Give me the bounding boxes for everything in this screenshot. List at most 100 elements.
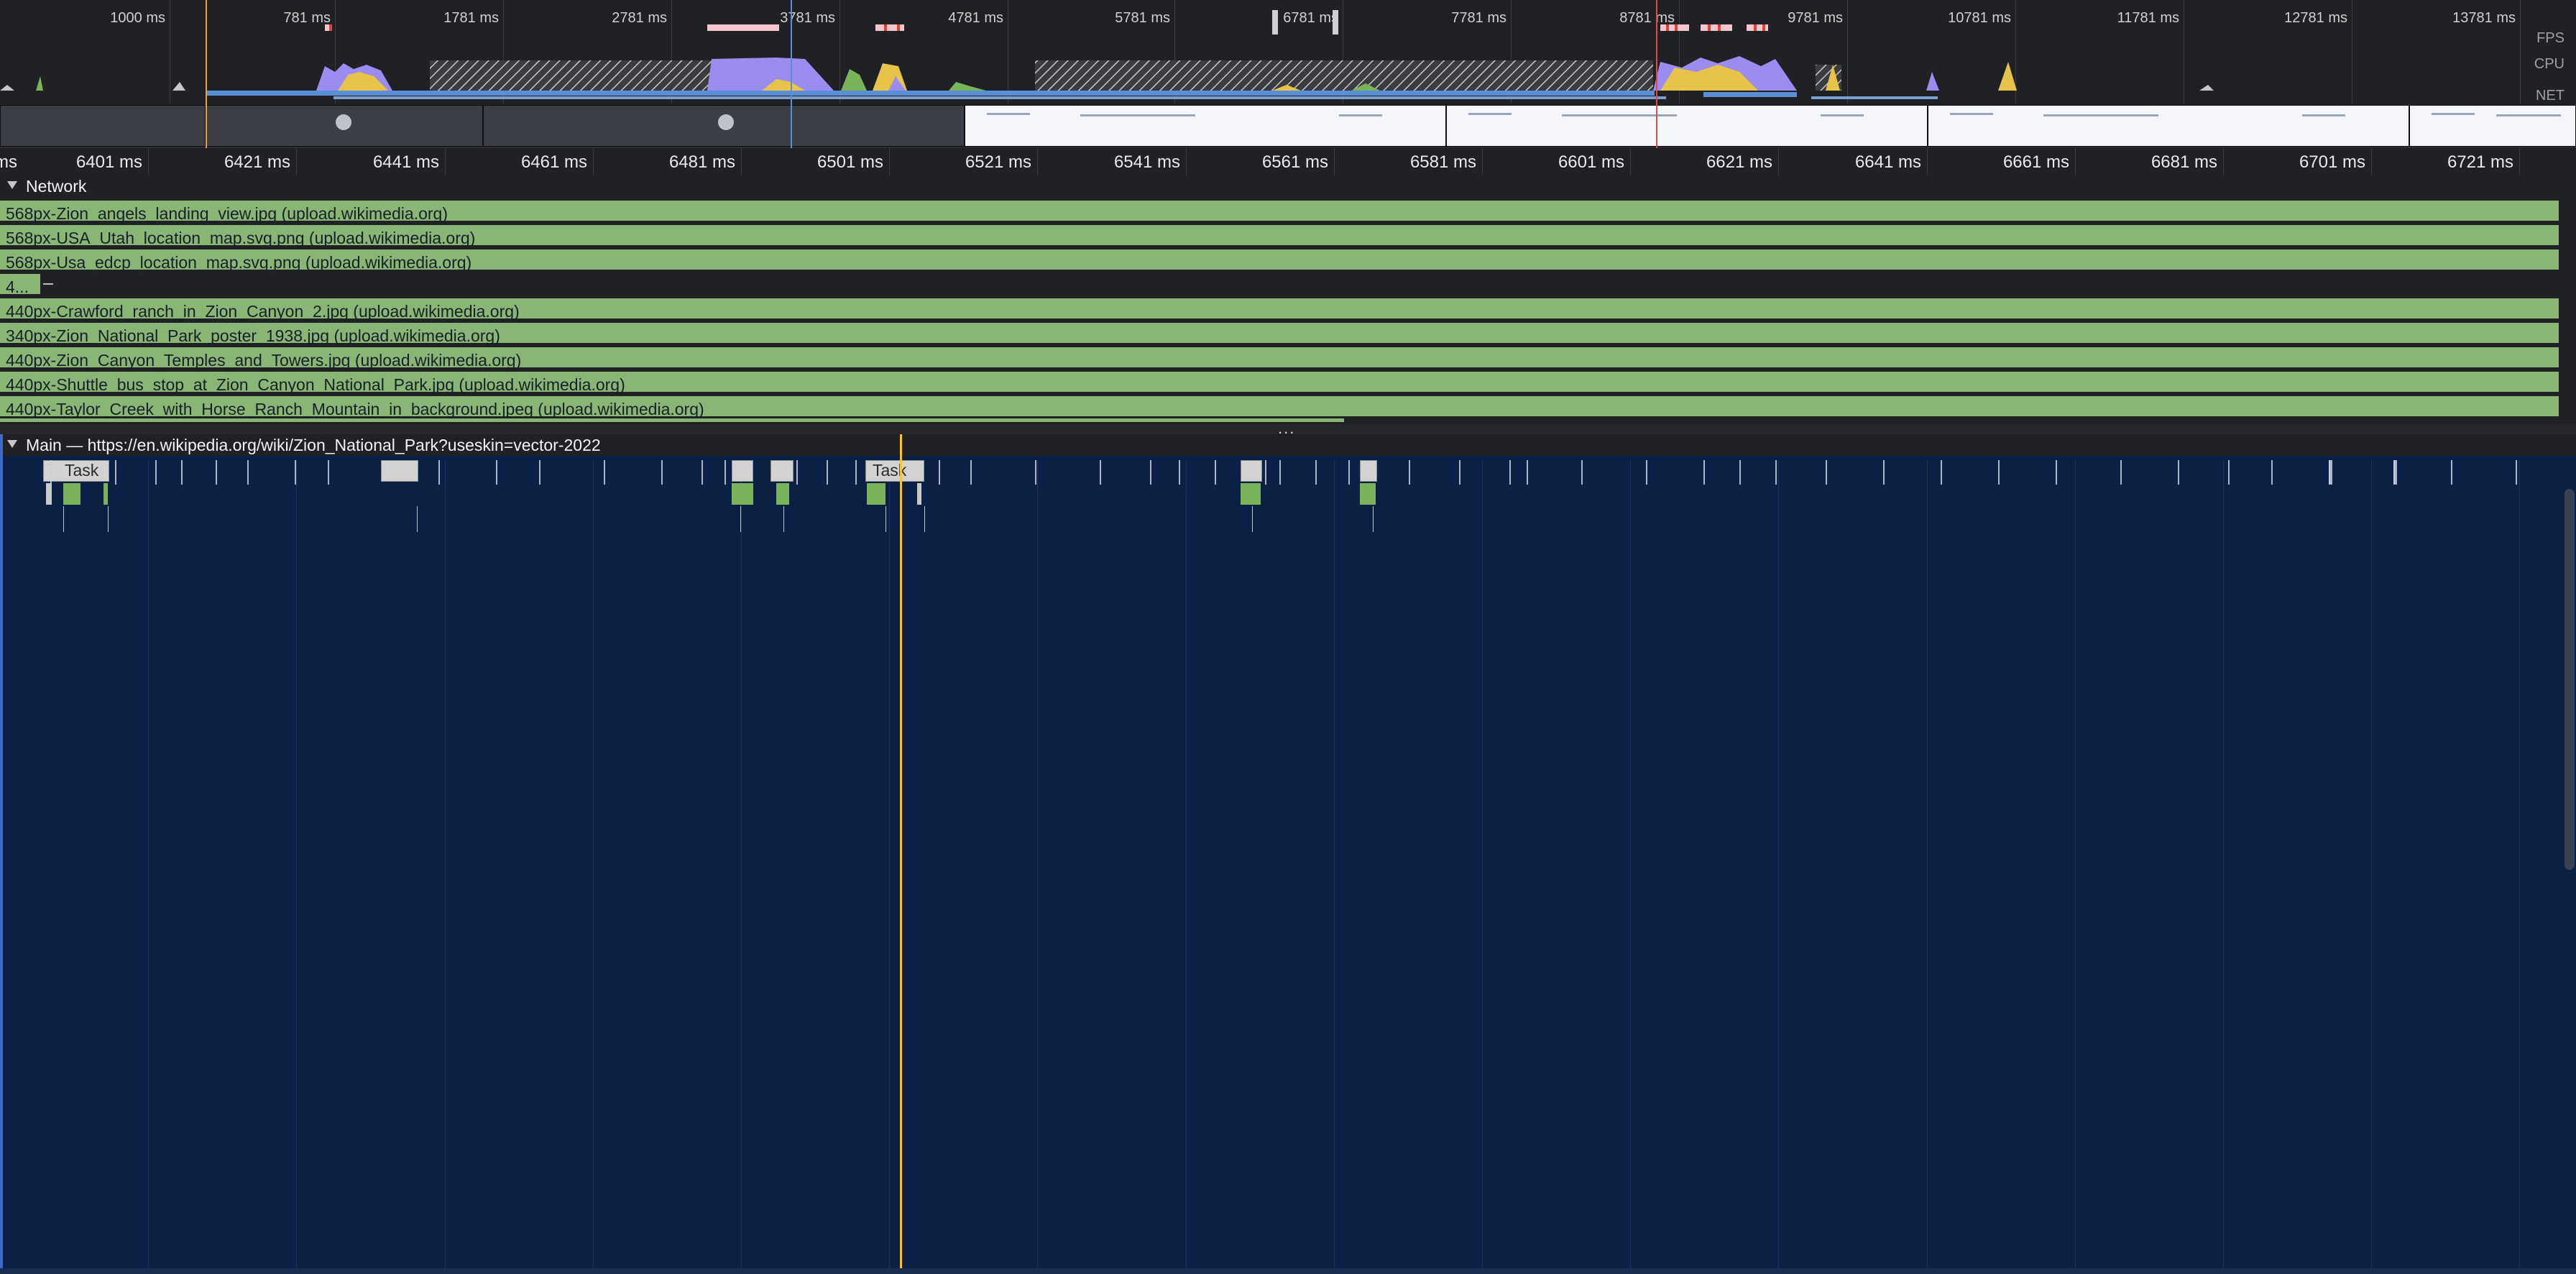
network-request-row[interactable]: 440px-Zion_Canyon_Temples_and_Towers.jpg… bbox=[0, 345, 2559, 370]
short-task[interactable] bbox=[2393, 460, 2397, 485]
function-call[interactable] bbox=[1241, 483, 1261, 505]
short-task[interactable] bbox=[939, 460, 940, 485]
short-task[interactable] bbox=[1775, 460, 1777, 485]
function-call[interactable] bbox=[867, 483, 886, 505]
network-request-row[interactable]: 440px-Crawford_ranch_in_Zion_Canyon_2.jp… bbox=[0, 296, 2559, 321]
screenshot-frame[interactable] bbox=[965, 105, 1446, 147]
short-task[interactable] bbox=[661, 460, 663, 485]
playhead-cursor[interactable] bbox=[900, 434, 902, 1268]
short-task[interactable] bbox=[2056, 460, 2057, 485]
short-task[interactable] bbox=[1315, 460, 1317, 485]
short-task[interactable] bbox=[724, 460, 726, 485]
network-request-bar[interactable]: 440px-Crawford_ranch_in_Zion_Canyon_2.jp… bbox=[0, 298, 2559, 321]
collapse-triangle-icon[interactable] bbox=[7, 440, 17, 448]
short-task[interactable] bbox=[2329, 460, 2332, 485]
short-task[interactable] bbox=[1527, 460, 1528, 485]
short-task[interactable] bbox=[2516, 460, 2517, 485]
short-task[interactable] bbox=[855, 460, 857, 485]
short-task[interactable] bbox=[827, 460, 828, 485]
short-task[interactable] bbox=[1739, 460, 1741, 485]
network-request-row[interactable]: 568px-Zion_angels_landing_view.jpg (uplo… bbox=[0, 198, 2559, 223]
function-call[interactable] bbox=[917, 483, 921, 505]
network-request-row[interactable]: 440px-Taylor_Creek_with_Horse_Ranch_Moun… bbox=[0, 394, 2559, 418]
short-task[interactable] bbox=[1409, 460, 1410, 485]
short-task[interactable] bbox=[539, 460, 540, 485]
short-task[interactable] bbox=[604, 460, 605, 485]
short-task[interactable] bbox=[1279, 460, 1281, 485]
network-request-bar[interactable]: 440px-Shuttle_bus_stop_at_Zion_Canyon_Na… bbox=[0, 372, 2559, 394]
short-task[interactable] bbox=[1998, 460, 2000, 485]
function-call[interactable] bbox=[1360, 483, 1376, 505]
nested-call[interactable] bbox=[108, 506, 109, 532]
main-thread-track[interactable]: Main — https://en.wikipedia.org/wiki/Zio… bbox=[0, 434, 2576, 1274]
short-task[interactable] bbox=[1509, 460, 1511, 485]
main-vertical-scrollbar[interactable] bbox=[2564, 489, 2575, 870]
screenshot-frame[interactable] bbox=[2409, 105, 2576, 147]
network-request-row[interactable]: 568px-USA_Utah_location_map.svg.png (upl… bbox=[0, 223, 2559, 247]
short-task[interactable] bbox=[1941, 460, 1942, 485]
network-request-row[interactable]: 340px-Zion_National_Park_poster_1938.jpg… bbox=[0, 321, 2559, 345]
timeline-overview[interactable]: 1000 ms 781 ms 1781 ms 2781 ms 3781 ms 4781 m… bbox=[0, 0, 2576, 148]
short-task[interactable] bbox=[2178, 460, 2179, 485]
screenshot-frame[interactable] bbox=[1446, 105, 1928, 147]
task-block[interactable] bbox=[732, 460, 753, 482]
short-task[interactable] bbox=[115, 460, 116, 485]
short-task[interactable] bbox=[1826, 460, 1827, 485]
short-task[interactable] bbox=[1179, 460, 1180, 485]
network-request-bar[interactable]: 340px-Zion_National_Park_poster_1938.jpg… bbox=[0, 323, 2559, 345]
resizer-dots-icon[interactable]: ... bbox=[1278, 421, 1295, 436]
short-task[interactable] bbox=[2451, 460, 2452, 485]
task-block[interactable] bbox=[770, 460, 794, 482]
short-task[interactable] bbox=[1035, 460, 1036, 485]
short-task[interactable] bbox=[50, 460, 52, 485]
short-task[interactable] bbox=[328, 460, 329, 485]
function-call[interactable] bbox=[776, 483, 789, 505]
short-task[interactable] bbox=[496, 460, 497, 485]
task-block[interactable] bbox=[381, 460, 418, 482]
short-task[interactable] bbox=[295, 460, 296, 485]
nested-call[interactable] bbox=[783, 506, 784, 532]
short-task[interactable] bbox=[1150, 460, 1151, 485]
network-request-bar[interactable]: 440px-Taylor_Creek_with_Horse_Ranch_Moun… bbox=[0, 396, 2559, 418]
task-block[interactable] bbox=[1360, 460, 1377, 482]
network-request-bar[interactable]: 568px-Usa_edcp_location_map.svg.png (upl… bbox=[0, 249, 2559, 272]
nested-call[interactable] bbox=[417, 506, 418, 532]
nested-call[interactable] bbox=[1373, 506, 1374, 532]
short-task[interactable] bbox=[1883, 460, 1885, 485]
network-request-bar[interactable]: 440px-Zion_Canyon_Temples_and_Towers.jpg… bbox=[0, 347, 2559, 370]
network-request-bar[interactable]: 568px-Zion_angels_landing_view.jpg (uplo… bbox=[0, 201, 2559, 223]
short-task[interactable] bbox=[155, 460, 157, 485]
short-task[interactable] bbox=[1348, 460, 1350, 485]
short-task[interactable] bbox=[1581, 460, 1583, 485]
network-section-header[interactable]: Network bbox=[0, 175, 2576, 197]
function-call[interactable] bbox=[732, 483, 753, 505]
short-task[interactable] bbox=[2271, 460, 2273, 485]
screenshot-frame[interactable] bbox=[0, 105, 206, 147]
network-request-row[interactable]: 4... bbox=[0, 272, 2559, 296]
short-task[interactable] bbox=[1100, 460, 1101, 485]
screenshot-filmstrip[interactable] bbox=[0, 105, 2576, 148]
nested-call[interactable] bbox=[1252, 506, 1253, 532]
short-task[interactable] bbox=[247, 460, 249, 485]
collapse-triangle-icon[interactable] bbox=[7, 181, 17, 189]
nested-call[interactable] bbox=[63, 506, 64, 532]
short-task[interactable] bbox=[970, 460, 972, 485]
track-resizer[interactable]: ... bbox=[0, 421, 2576, 436]
network-request-bar[interactable]: 4... bbox=[0, 274, 40, 296]
network-scrollbar[interactable] bbox=[0, 418, 1344, 422]
short-task[interactable] bbox=[1646, 460, 1647, 485]
screenshot-frame[interactable] bbox=[1928, 105, 2409, 147]
short-task[interactable] bbox=[181, 460, 183, 485]
short-task[interactable] bbox=[216, 460, 217, 485]
nested-call[interactable] bbox=[924, 506, 925, 532]
task-block[interactable] bbox=[1241, 460, 1262, 482]
short-task[interactable] bbox=[796, 460, 798, 485]
selection-start-handle[interactable] bbox=[206, 0, 207, 148]
short-task[interactable] bbox=[1703, 460, 1705, 485]
screenshot-frame[interactable] bbox=[206, 105, 483, 147]
short-task[interactable] bbox=[1459, 460, 1460, 485]
short-task[interactable] bbox=[438, 460, 440, 485]
main-section-header[interactable]: Main — https://en.wikipedia.org/wiki/Zio… bbox=[0, 434, 2576, 456]
network-request-bar[interactable]: 568px-USA_Utah_location_map.svg.png (upl… bbox=[0, 225, 2559, 247]
short-task[interactable] bbox=[1265, 460, 1266, 485]
